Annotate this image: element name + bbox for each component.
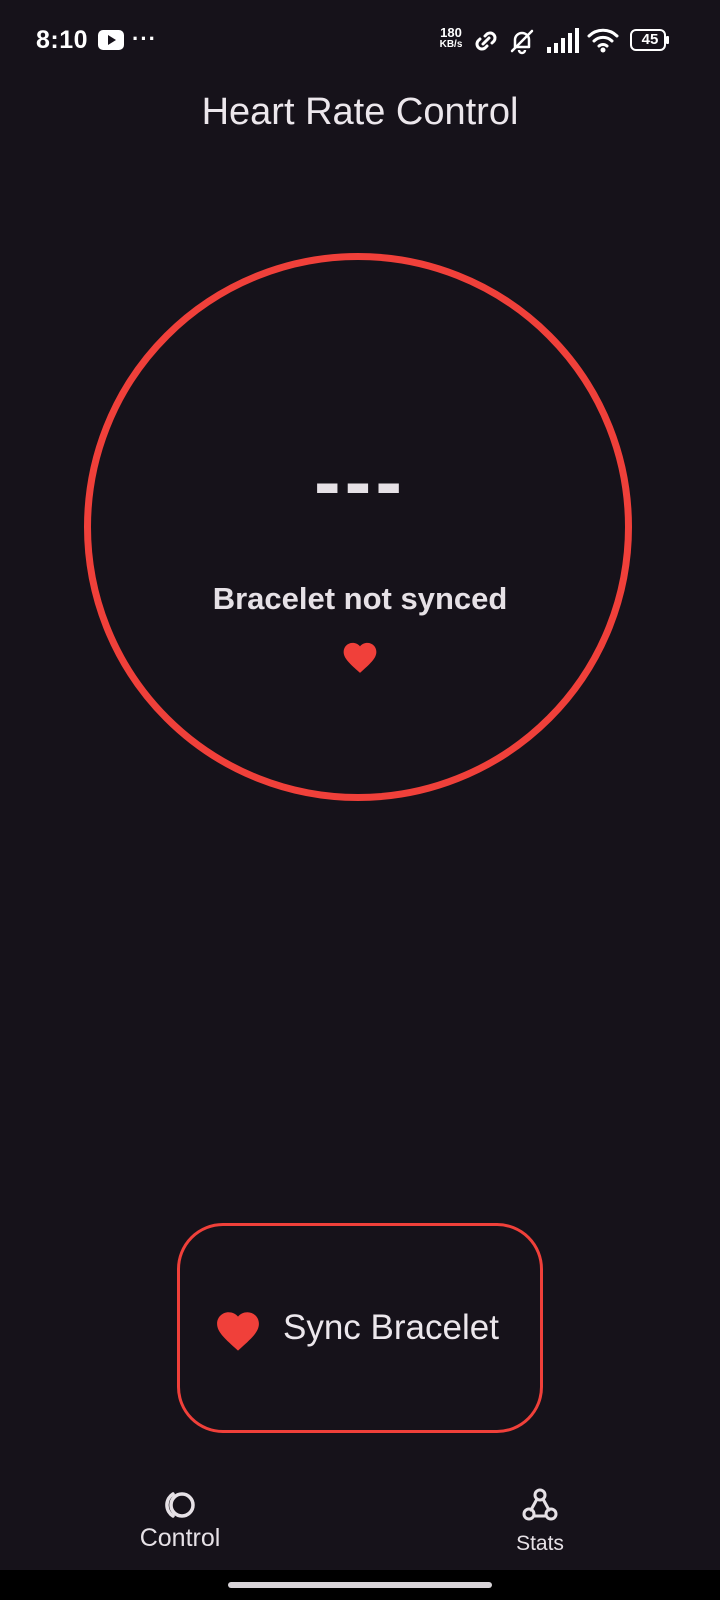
nav-item-control[interactable]: Control	[80, 1460, 280, 1570]
nav-item-stats[interactable]: Stats	[440, 1460, 640, 1570]
link-icon	[475, 31, 497, 51]
nav-label-control: Control	[139, 1524, 221, 1552]
gesture-handle[interactable]	[228, 1582, 492, 1588]
wifi-icon	[587, 28, 619, 53]
nav-label-stats: Stats	[516, 1532, 564, 1555]
webhook-icon	[522, 1488, 558, 1521]
more-icon: ···	[132, 26, 157, 51]
control-icon	[165, 1492, 195, 1518]
signal-icon	[547, 28, 579, 53]
bottom-navigation: Control Stats	[0, 1460, 720, 1570]
heart-rate-ring	[84, 253, 632, 801]
sync-status-text: Bracelet not synced	[212, 581, 508, 616]
status-time: 8:10	[36, 26, 89, 54]
mute-icon	[510, 29, 534, 55]
battery-level: 45	[641, 31, 659, 48]
sync-heart-icon	[217, 1312, 259, 1351]
heart-rate-value: ---	[314, 437, 406, 526]
network-speed-unit: KB/s	[439, 39, 463, 50]
gesture-bar	[0, 1570, 720, 1600]
youtube-icon	[98, 30, 124, 50]
status-bar: 8:10 ··· 180 KB/s 45	[0, 0, 720, 84]
heart-icon	[343, 642, 377, 673]
network-speed: 180 KB/s	[434, 25, 468, 51]
page-title: Heart Rate Control	[201, 91, 519, 133]
sync-bracelet-label: Sync Bracelet	[283, 1308, 499, 1347]
network-speed-value: 180	[440, 25, 462, 40]
